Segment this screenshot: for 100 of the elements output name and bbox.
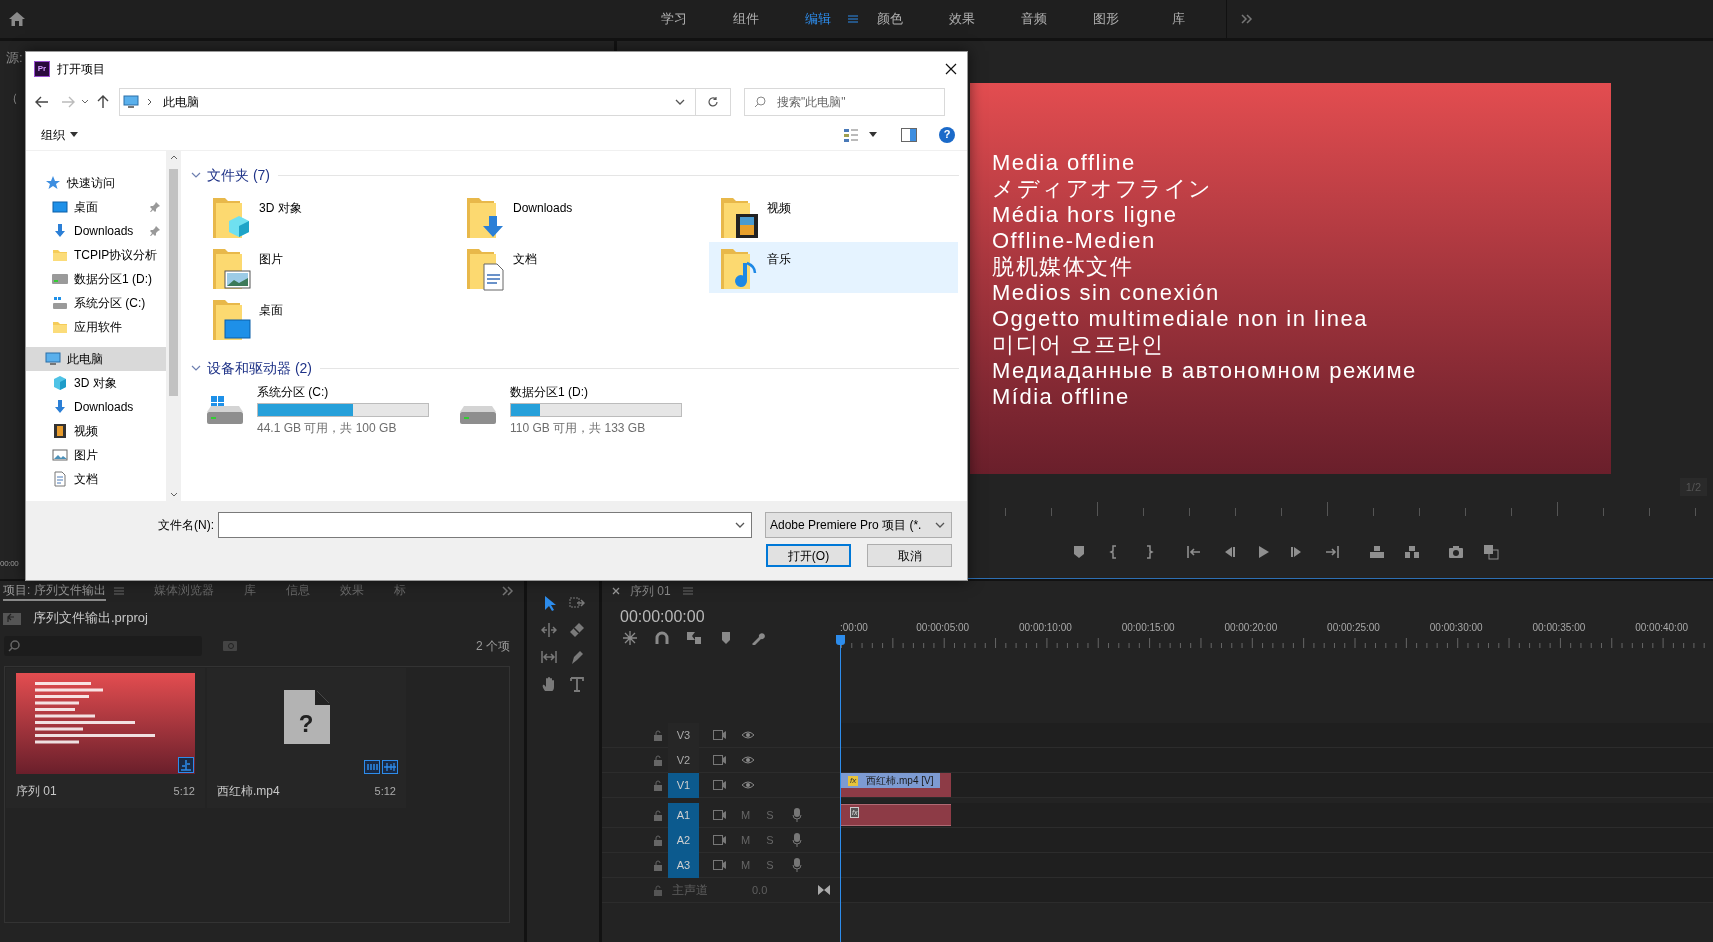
nav-item[interactable]: 此电脑 <box>26 347 166 371</box>
hand-icon[interactable] <box>541 676 557 692</box>
extract-icon[interactable] <box>1404 544 1420 560</box>
workspace-tab[interactable]: 编辑 <box>801 0 835 38</box>
workspace-tab[interactable]: 组件 <box>729 0 763 38</box>
pen-icon[interactable] <box>569 649 585 665</box>
folder-item[interactable]: 视频 <box>709 191 958 242</box>
search-field[interactable]: 搜索"此电脑" <box>744 88 945 116</box>
track-target[interactable]: V1 <box>668 772 699 798</box>
folder-up-icon[interactable] <box>3 611 21 625</box>
nav-item[interactable]: 桌面 <box>26 195 166 219</box>
dialog-button[interactable]: 打开(O) <box>766 544 851 567</box>
overflow-icon[interactable] <box>502 586 514 596</box>
sync-lock-icon[interactable] <box>713 730 727 740</box>
caret-icon[interactable] <box>81 99 89 105</box>
nav-item[interactable]: TCPIP协议分析 <box>26 243 166 267</box>
workspace-tab[interactable]: 学习 <box>657 0 691 38</box>
filename-field[interactable] <box>218 512 752 538</box>
eye-icon[interactable] <box>741 755 755 765</box>
microphone-icon[interactable] <box>791 833 802 847</box>
lock-icon[interactable] <box>653 754 663 766</box>
dialog-button[interactable]: 取消 <box>867 544 952 567</box>
close-icon[interactable] <box>612 587 620 595</box>
lock-icon[interactable] <box>653 809 663 821</box>
workspace-tab[interactable]: 库 <box>1167 0 1189 38</box>
marker-icon[interactable] <box>1071 544 1087 560</box>
preview-pane-icon[interactable] <box>901 127 917 142</box>
workspace-tab[interactable]: 音频 <box>1017 0 1051 38</box>
nav-item[interactable]: 系统分区 (C:) <box>26 291 166 315</box>
caret-icon[interactable] <box>675 99 685 105</box>
track-target[interactable]: A1 <box>668 802 699 828</box>
chevron-down-icon[interactable] <box>191 172 201 178</box>
track-select-icon[interactable] <box>569 595 585 611</box>
razor-icon[interactable] <box>569 622 585 638</box>
folder-item[interactable]: Downloads <box>455 191 704 242</box>
type-tool-icon[interactable] <box>569 676 585 692</box>
workspace-tab[interactable]: 图形 <box>1089 0 1123 38</box>
go-to-out-icon[interactable] <box>1325 544 1341 560</box>
workspace-tab[interactable]: 效果 <box>945 0 979 38</box>
slip-icon[interactable] <box>541 649 557 665</box>
sync-lock-icon[interactable] <box>713 780 727 790</box>
nav-item[interactable]: 文档 <box>26 467 166 491</box>
nav-item[interactable]: Downloads <box>26 219 166 243</box>
microphone-icon[interactable] <box>791 858 802 872</box>
back-arrow-icon[interactable] <box>35 96 49 108</box>
track-target[interactable]: A3 <box>668 852 699 878</box>
folder-item[interactable]: 音乐 <box>709 242 958 293</box>
address-bar[interactable]: 此电脑 <box>119 88 731 116</box>
section-header[interactable]: 文件夹 (7) <box>207 164 270 186</box>
sync-lock-icon[interactable] <box>713 860 727 870</box>
breadcrumb[interactable]: 此电脑 <box>163 93 199 111</box>
folder-item[interactable]: 桌面 <box>201 293 450 344</box>
video-clip[interactable]: fx 西红柿.mp4 [V] <box>840 773 951 797</box>
menu-icon[interactable] <box>848 15 858 23</box>
nav-item[interactable]: 数据分区1 (D:) <box>26 267 166 291</box>
lock-icon[interactable] <box>653 859 663 871</box>
linked-selection-icon[interactable] <box>686 631 702 645</box>
help-button[interactable]: ? <box>939 126 955 143</box>
nav-item[interactable]: 视频 <box>26 419 166 443</box>
nav-item[interactable]: 快速访问 <box>26 171 166 195</box>
close-icon[interactable] <box>945 62 957 75</box>
caret-icon[interactable] <box>869 132 877 137</box>
chevron-down-icon[interactable] <box>191 365 201 371</box>
refresh-icon[interactable] <box>707 96 719 108</box>
organize-menu[interactable]: 组织 <box>41 125 78 144</box>
workspace-tab[interactable]: 颜色 <box>873 0 907 38</box>
go-to-in-icon[interactable] <box>1185 544 1201 560</box>
sync-lock-icon[interactable] <box>713 810 727 820</box>
overflow-icon[interactable] <box>1241 14 1253 24</box>
microphone-icon[interactable] <box>791 808 802 822</box>
nav-item[interactable]: 应用软件 <box>26 315 166 339</box>
lock-icon[interactable] <box>653 834 663 846</box>
lock-icon[interactable] <box>653 779 663 791</box>
bowtie-icon[interactable] <box>818 885 830 895</box>
magnet-icon[interactable] <box>654 631 670 645</box>
snap-icon[interactable] <box>622 631 638 645</box>
folder-item[interactable]: 文档 <box>455 242 704 293</box>
nav-item[interactable]: Downloads <box>26 395 166 419</box>
section-header[interactable]: 设备和驱动器 (2) <box>207 357 312 379</box>
file-type-dropdown[interactable]: Adobe Premiere Pro 项目 (*. <box>765 512 952 538</box>
camera-icon[interactable] <box>1448 544 1464 560</box>
eye-icon[interactable] <box>741 780 755 790</box>
ripple-edit-icon[interactable] <box>541 622 557 638</box>
home-icon[interactable] <box>8 11 26 27</box>
track-target[interactable]: A2 <box>668 827 699 853</box>
sync-lock-icon[interactable] <box>713 835 727 845</box>
sync-lock-icon[interactable] <box>713 755 727 765</box>
view-options-icon[interactable] <box>843 127 859 142</box>
nav-item[interactable]: 图片 <box>26 443 166 467</box>
up-arrow-icon[interactable] <box>97 95 109 109</box>
folder-item[interactable]: 图片 <box>201 242 450 293</box>
lock-icon[interactable] <box>653 729 663 741</box>
panel-tab[interactable]: 源: <box>6 50 23 66</box>
wrench-icon[interactable] <box>750 631 766 645</box>
lift-icon[interactable] <box>1369 544 1385 560</box>
nav-item[interactable]: 3D 对象 <box>26 371 166 395</box>
folder-item[interactable]: 3D 对象 <box>201 191 450 242</box>
sequence-tab[interactable]: 序列 01 <box>630 582 671 600</box>
drive-item[interactable]: 系统分区 (C:) 44.1 GB 可用，共 100 GB <box>201 382 454 440</box>
eye-icon[interactable] <box>741 730 755 740</box>
